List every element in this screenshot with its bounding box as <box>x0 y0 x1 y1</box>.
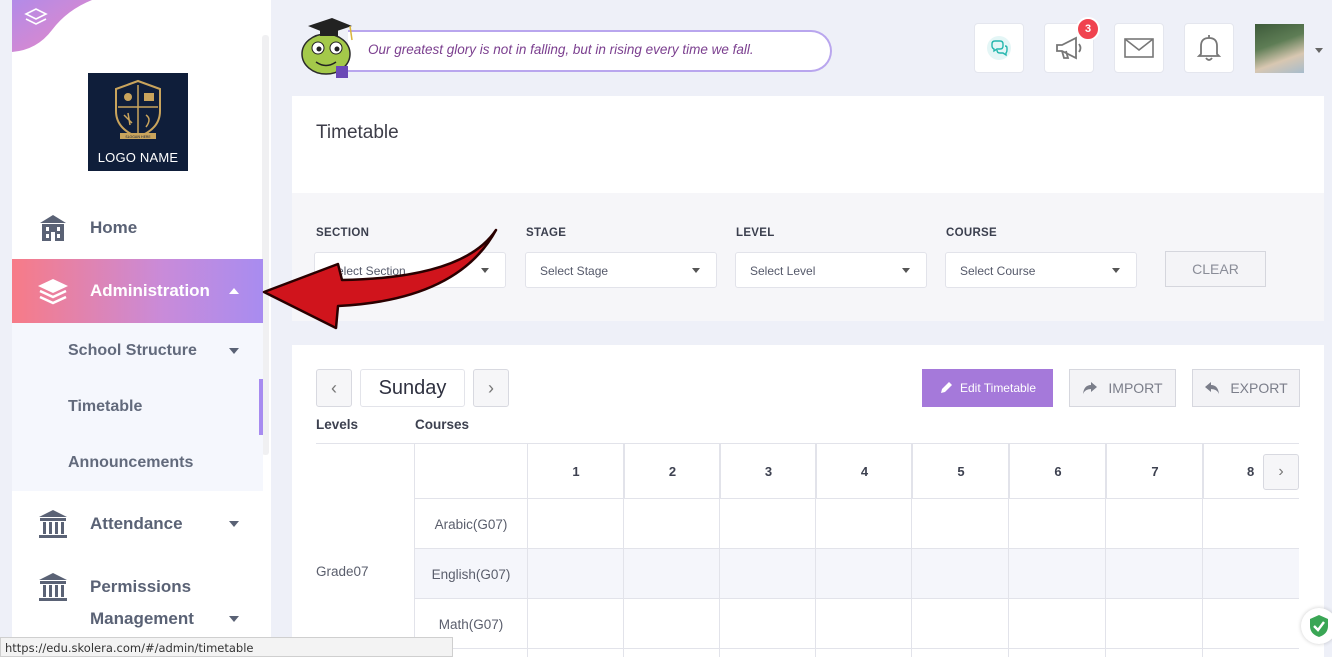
export-label: EXPORT <box>1230 380 1288 396</box>
stage-select[interactable]: Select Stage <box>525 252 717 288</box>
chevron-down-icon <box>692 268 700 273</box>
submenu-announcements[interactable]: Announcements <box>68 454 193 472</box>
crest-icon: SLOGAN HERE <box>115 79 161 139</box>
submenu-timetable[interactable]: Timetable <box>68 398 142 416</box>
grid-line <box>527 444 528 657</box>
period-header: 3 <box>720 444 816 498</box>
school-logo: SLOGAN HERE LOGO NAME <box>88 73 188 171</box>
stage-select-value: Select Stage <box>540 264 609 278</box>
course-label: COURSE <box>946 227 998 239</box>
grid-line <box>911 444 912 657</box>
motivational-quote: Our greatest glory is not in falling, bu… <box>368 42 754 57</box>
envelope-icon <box>1124 38 1154 58</box>
nav-attendance[interactable]: Attendance <box>12 504 263 544</box>
period-header: 2 <box>624 444 720 498</box>
course-select[interactable]: Select Course <box>945 252 1137 288</box>
course-select-value: Select Course <box>960 264 1036 278</box>
mascot-dragon-icon <box>301 18 353 78</box>
level-select-value: Select Level <box>750 264 816 278</box>
chevron-up-icon <box>229 288 239 294</box>
grid-line <box>1008 444 1009 657</box>
nav-permissions[interactable]: Permissions <box>12 570 263 604</box>
reply-arrow-icon <box>1205 382 1220 394</box>
nav-administration[interactable]: Administration <box>12 259 263 323</box>
sidebar-corner-logo-icon <box>12 0 92 52</box>
nav-permissions-label-2: Management <box>90 609 194 628</box>
chevron-right-icon: › <box>488 377 494 398</box>
level-label: LEVEL <box>736 227 775 239</box>
grid-line <box>623 444 624 657</box>
chevron-down-icon[interactable] <box>229 616 239 622</box>
institution-icon <box>36 570 70 604</box>
next-periods-button[interactable]: › <box>1263 454 1299 490</box>
logo-seal-text: SLOGAN HERE <box>125 135 150 139</box>
period-header: 6 <box>1009 444 1106 498</box>
user-avatar[interactable] <box>1255 24 1304 73</box>
chat-button[interactable] <box>974 23 1024 73</box>
chevron-down-icon[interactable] <box>229 348 239 354</box>
messages-button[interactable] <box>1114 23 1164 73</box>
levels-header: Levels <box>316 417 359 432</box>
logo-name: LOGO NAME <box>97 150 179 165</box>
import-button[interactable]: IMPORT <box>1069 369 1176 407</box>
grid-line <box>414 444 415 657</box>
building-icon <box>36 211 70 245</box>
grid-line <box>1105 444 1106 657</box>
current-day: Sunday <box>360 369 465 407</box>
grid-line <box>1202 444 1203 657</box>
share-arrow-icon <box>1083 382 1098 394</box>
chat-bubbles-icon <box>987 36 1011 60</box>
pencil-icon <box>940 382 952 393</box>
period-header: 4 <box>816 444 912 498</box>
table-row: Math(G07) <box>414 598 1299 649</box>
table-row <box>414 648 1299 657</box>
table-row: English(G07) <box>414 548 1299 599</box>
course-cell: English(G07) <box>414 549 527 599</box>
annotation-arrow-icon <box>262 228 498 330</box>
period-header: 5 <box>912 444 1009 498</box>
left-gutter <box>0 0 12 657</box>
institution-icon <box>36 507 70 541</box>
shield-icon[interactable] <box>1301 608 1332 644</box>
export-button[interactable]: EXPORT <box>1192 369 1300 407</box>
courses-header: Courses <box>415 417 470 432</box>
chevron-down-icon <box>1112 268 1120 273</box>
chevron-down-icon <box>902 268 910 273</box>
page-title: Timetable <box>316 122 399 143</box>
chevron-down-icon <box>229 521 239 527</box>
nav-home-label: Home <box>90 218 138 237</box>
stage-label: STAGE <box>526 227 567 239</box>
table-row: Arabic(G07) <box>414 498 1299 549</box>
timetable-grid-card: ‹ Sunday › Edit Timetable IMPORT EXPORT … <box>292 345 1324 657</box>
prev-day-button[interactable]: ‹ <box>316 369 352 407</box>
nav-permissions-label: Permissions <box>90 577 192 596</box>
chevron-right-icon: › <box>1278 463 1284 480</box>
active-indicator <box>259 379 263 435</box>
level-select[interactable]: Select Level <box>735 252 927 288</box>
nav-home[interactable]: Home <box>12 208 263 248</box>
notification-count-badge: 3 <box>1076 17 1100 41</box>
grid-line <box>719 444 720 657</box>
chevron-left-icon: ‹ <box>331 377 337 398</box>
clear-button[interactable]: CLEAR <box>1165 251 1266 287</box>
layers-icon <box>36 274 70 308</box>
nav-administration-label: Administration <box>90 281 210 300</box>
submenu-school-structure[interactable]: School Structure <box>68 342 197 360</box>
bell-icon <box>1196 35 1222 61</box>
edit-timetable-label: Edit Timetable <box>959 381 1037 395</box>
period-header: 1 <box>527 444 624 498</box>
edit-timetable-button[interactable]: Edit Timetable <box>922 369 1053 407</box>
status-bar-url: https://edu.skolera.com/#/admin/timetabl… <box>0 637 453 657</box>
period-header: 7 <box>1106 444 1203 498</box>
next-day-button[interactable]: › <box>473 369 509 407</box>
import-label: IMPORT <box>1108 380 1163 396</box>
notifications-button[interactable] <box>1184 23 1234 73</box>
grid-line <box>815 444 816 657</box>
nav-attendance-label: Attendance <box>90 514 183 533</box>
megaphone-icon <box>1056 36 1082 60</box>
course-cell: Arabic(G07) <box>414 499 527 549</box>
chevron-down-icon[interactable] <box>1315 48 1323 53</box>
level-cell: Grade07 <box>316 564 369 579</box>
corner-cell <box>414 444 527 498</box>
